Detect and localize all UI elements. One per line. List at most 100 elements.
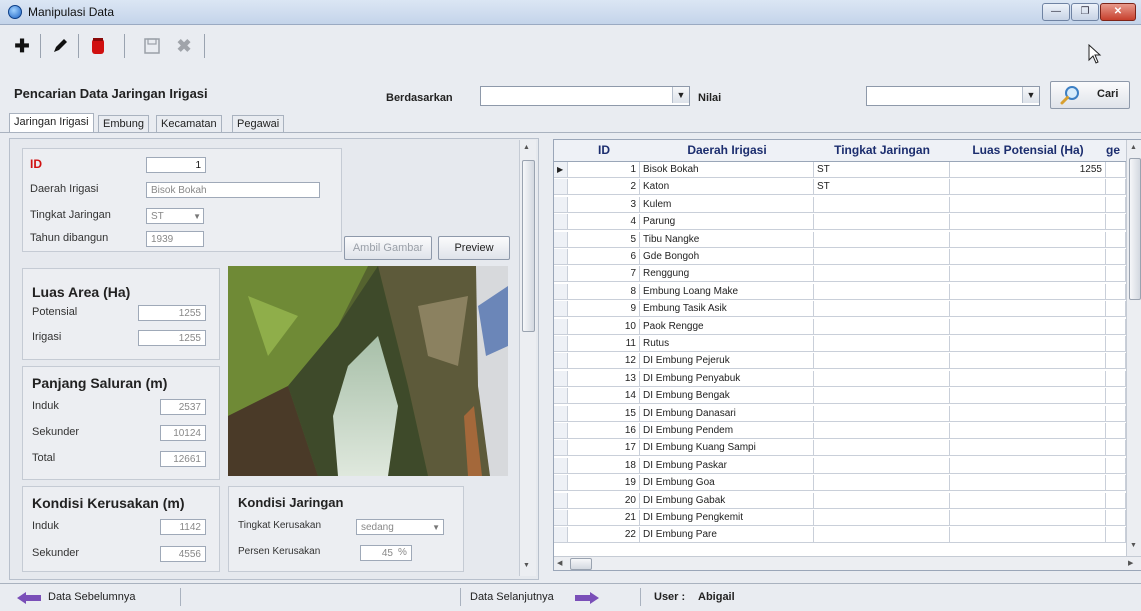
row-selector[interactable] xyxy=(554,370,568,387)
tingkat-jaringan-select[interactable]: ST ▼ xyxy=(146,208,204,224)
cell-tingkat-jaringan[interactable] xyxy=(814,231,950,248)
cell-daerah-irigasi[interactable]: Tibu Nangke xyxy=(640,231,814,248)
cell-luas-potensial[interactable] xyxy=(950,370,1106,387)
row-selector[interactable] xyxy=(554,179,568,196)
table-row[interactable]: 20 DI Embung Gabak xyxy=(554,492,1141,509)
cell-id[interactable]: 11 xyxy=(568,336,640,352)
table-row[interactable]: 5 Tibu Nangke xyxy=(554,231,1141,248)
cell-luas-potensial[interactable] xyxy=(950,423,1106,439)
column-header-tingkat-jaringan[interactable]: Tingkat Jaringan xyxy=(814,140,951,162)
cell-tingkat-jaringan[interactable] xyxy=(814,423,950,439)
row-selector[interactable] xyxy=(554,249,568,265)
cell-tingkat-jaringan[interactable]: ST xyxy=(814,179,950,196)
cell-luas-potensial[interactable] xyxy=(950,318,1106,335)
close-button[interactable]: ✕ xyxy=(1100,3,1136,21)
row-selector[interactable] xyxy=(554,318,568,335)
induk-field[interactable]: 2537 xyxy=(160,399,206,415)
chevron-down-icon[interactable]: ▼ xyxy=(1022,87,1039,103)
row-selector[interactable] xyxy=(554,492,568,509)
cell-id[interactable]: 20 xyxy=(568,492,640,509)
column-header-luas-potensial[interactable]: Luas Potensial (Ha) xyxy=(950,140,1107,162)
cell-extra[interactable] xyxy=(1106,162,1126,178)
table-row[interactable]: 8 Embung Loang Make xyxy=(554,283,1141,300)
cell-tingkat-jaringan[interactable] xyxy=(814,283,950,300)
cell-luas-potensial[interactable] xyxy=(950,527,1106,544)
cell-luas-potensial[interactable] xyxy=(950,440,1106,457)
cell-tingkat-jaringan[interactable] xyxy=(814,510,950,526)
row-selector[interactable] xyxy=(554,214,568,231)
column-header-truncated[interactable]: ge xyxy=(1106,140,1127,162)
row-selector[interactable] xyxy=(554,457,568,474)
cell-id[interactable]: 16 xyxy=(568,423,640,439)
cell-daerah-irigasi[interactable]: DI Embung Pendem xyxy=(640,423,814,439)
add-button[interactable]: ✚ xyxy=(8,34,36,58)
nilai-select[interactable]: ▼ xyxy=(866,86,1040,106)
cell-extra[interactable] xyxy=(1106,249,1126,265)
cell-id[interactable]: 14 xyxy=(568,388,640,405)
row-selector[interactable] xyxy=(554,440,568,457)
cell-tingkat-jaringan[interactable] xyxy=(814,475,950,492)
cell-id[interactable]: 8 xyxy=(568,283,640,300)
table-row[interactable]: ▶ 1 Bisok Bokah ST 1255 xyxy=(554,162,1141,178)
cell-luas-potensial[interactable] xyxy=(950,336,1106,352)
cell-daerah-irigasi[interactable]: Parung xyxy=(640,214,814,231)
prev-button[interactable]: Data Sebelumnya xyxy=(16,587,166,607)
grid-horizontal-scrollbar[interactable]: ◀ ▶ xyxy=(554,556,1141,570)
row-selector[interactable] xyxy=(554,423,568,439)
kerusakan-sekunder-field[interactable]: 4556 xyxy=(160,546,206,562)
column-header-daerah-irigasi[interactable]: Daerah Irigasi xyxy=(640,140,815,162)
cell-daerah-irigasi[interactable]: DI Embung Bengak xyxy=(640,388,814,405)
preview-button[interactable]: Preview xyxy=(438,236,510,260)
cell-extra[interactable] xyxy=(1106,336,1126,352)
table-row[interactable]: 16 DI Embung Pendem xyxy=(554,423,1141,439)
cell-id[interactable]: 6 xyxy=(568,249,640,265)
table-row[interactable]: 3 Kulem xyxy=(554,196,1141,213)
scroll-right-icon[interactable]: ▶ xyxy=(1128,559,1133,567)
cell-daerah-irigasi[interactable]: Embung Tasik Asik xyxy=(640,301,814,318)
cell-daerah-irigasi[interactable]: DI Embung Goa xyxy=(640,475,814,492)
cell-daerah-irigasi[interactable]: DI Embung Pare xyxy=(640,527,814,544)
cell-id[interactable]: 22 xyxy=(568,527,640,544)
next-button[interactable]: Data Selanjutnya xyxy=(470,587,610,607)
cell-id[interactable]: 3 xyxy=(568,196,640,213)
cell-luas-potensial[interactable] xyxy=(950,301,1106,318)
cell-extra[interactable] xyxy=(1106,475,1126,492)
cell-tingkat-jaringan[interactable] xyxy=(814,440,950,457)
cell-daerah-irigasi[interactable]: DI Embung Paskar xyxy=(640,457,814,474)
tab-kecamatan[interactable]: Kecamatan xyxy=(156,115,222,133)
cell-luas-potensial[interactable] xyxy=(950,249,1106,265)
cell-daerah-irigasi[interactable]: DI Embung Danasari xyxy=(640,405,814,422)
cell-luas-potensial[interactable] xyxy=(950,475,1106,492)
cell-id[interactable]: 17 xyxy=(568,440,640,457)
table-row[interactable]: 13 DI Embung Penyabuk xyxy=(554,370,1141,387)
irigasi-field[interactable]: 1255 xyxy=(138,330,206,346)
cell-tingkat-jaringan[interactable]: ST xyxy=(814,162,950,178)
total-field[interactable]: 12661 xyxy=(160,451,206,467)
table-row[interactable]: 7 Renggung xyxy=(554,266,1141,283)
cell-tingkat-jaringan[interactable] xyxy=(814,214,950,231)
cell-daerah-irigasi[interactable]: Kulem xyxy=(640,196,814,213)
table-row[interactable]: 14 DI Embung Bengak xyxy=(554,388,1141,405)
save-button[interactable] xyxy=(138,34,166,58)
daerah-irigasi-field[interactable]: Bisok Bokah xyxy=(146,182,320,198)
cell-id[interactable]: 15 xyxy=(568,405,640,422)
row-selector[interactable] xyxy=(554,388,568,405)
cell-tingkat-jaringan[interactable] xyxy=(814,492,950,509)
cell-daerah-irigasi[interactable]: DI Embung Gabak xyxy=(640,492,814,509)
cell-luas-potensial[interactable] xyxy=(950,214,1106,231)
minimize-button[interactable]: — xyxy=(1042,3,1070,21)
grid-hscroll-thumb[interactable] xyxy=(570,558,592,570)
cell-luas-potensial[interactable] xyxy=(950,457,1106,474)
cell-daerah-irigasi[interactable]: DI Embung Pengkemit xyxy=(640,510,814,526)
row-selector[interactable] xyxy=(554,475,568,492)
cell-tingkat-jaringan[interactable] xyxy=(814,353,950,370)
cell-tingkat-jaringan[interactable] xyxy=(814,370,950,387)
cell-daerah-irigasi[interactable]: Katon xyxy=(640,179,814,196)
cell-extra[interactable] xyxy=(1106,492,1126,509)
cell-extra[interactable] xyxy=(1106,388,1126,405)
cell-daerah-irigasi[interactable]: Renggung xyxy=(640,266,814,283)
cell-extra[interactable] xyxy=(1106,370,1126,387)
table-row[interactable]: 11 Rutus xyxy=(554,336,1141,352)
cell-extra[interactable] xyxy=(1106,179,1126,196)
form-scrollbar[interactable]: ▲ ▼ xyxy=(519,140,536,576)
